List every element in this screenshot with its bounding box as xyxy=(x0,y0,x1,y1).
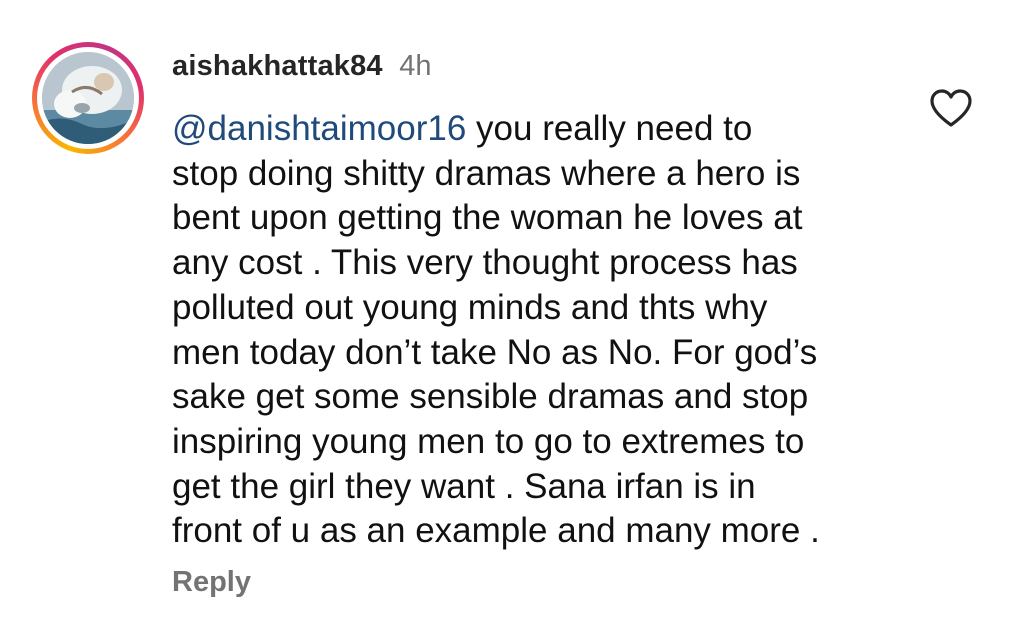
comment-header: aishakhattak84 4h xyxy=(172,50,431,83)
story-ring[interactable] xyxy=(32,42,144,154)
comment-line: @danishtaimoor16 you really need to xyxy=(172,107,932,152)
comment-line: men today don’t take No as No. For god’s xyxy=(172,332,818,372)
avatar-photo-icon xyxy=(42,52,134,144)
username-link[interactable]: aishakhattak84 xyxy=(172,50,383,82)
heart-outline-icon xyxy=(930,89,972,127)
avatar[interactable] xyxy=(42,52,134,144)
mention-link[interactable]: @danishtaimoor16 xyxy=(172,109,466,148)
comment-line: sake get some sensible dramas and stop xyxy=(172,377,809,417)
comment-line: stop doing shitty dramas where a hero is xyxy=(172,153,801,193)
comment: aishakhattak84 4h @danishtaimoor16 you r… xyxy=(0,0,1024,635)
comment-line: any cost . This very thought process has xyxy=(172,243,798,283)
like-button[interactable] xyxy=(929,88,973,128)
comment-line: bent upon getting the woman he loves at xyxy=(172,198,803,238)
avatar-gap xyxy=(37,47,139,149)
comment-line-text: you really need to xyxy=(466,109,753,148)
reply-button[interactable]: Reply xyxy=(172,566,251,599)
comment-line: inspiring young men to go to extremes to xyxy=(172,421,805,461)
comment-line: polluted out young minds and thts why xyxy=(172,287,768,327)
timestamp: 4h xyxy=(399,50,432,82)
comment-text: @danishtaimoor16 you really need to stop… xyxy=(172,107,932,554)
comment-line: get the girl they want . Sana irfan is i… xyxy=(172,466,756,506)
comment-line: front of u as an example and many more . xyxy=(172,511,820,551)
